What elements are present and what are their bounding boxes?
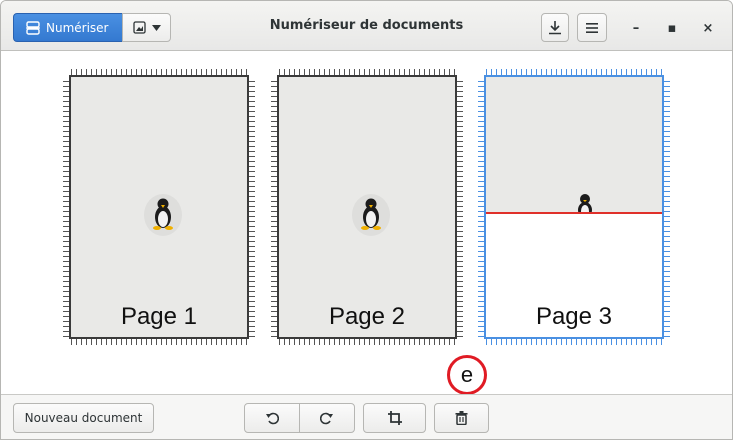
ruler-left: [478, 77, 484, 337]
page-thumbnail[interactable]: Page 2: [271, 69, 463, 345]
page-label: Page 2: [328, 303, 406, 330]
tux-penguin-image: [351, 191, 391, 237]
close-icon: ×: [702, 20, 714, 36]
ruler-bottom: [279, 339, 455, 345]
document-scanner-window: Numériser Numériseur de documents – ▪ × …: [0, 0, 733, 440]
tux-penguin-image-partial: [574, 193, 596, 213]
download-icon: [548, 20, 562, 35]
action-bar: Nouveau document: [1, 394, 732, 439]
crop-icon: [387, 411, 402, 425]
delete-page-button[interactable]: [434, 403, 489, 433]
close-button[interactable]: ×: [696, 16, 720, 40]
window-title: Numériseur de documents: [269, 18, 464, 33]
hamburger-menu-icon: [585, 22, 599, 34]
pages-view: Page 1 Page 2 Page 3 e: [1, 52, 732, 395]
ruler-bottom: [486, 339, 662, 345]
rotate-left-icon: [265, 411, 279, 425]
header-bar: Numériser Numériseur de documents – ▪ ×: [1, 1, 732, 51]
ruler-top: [71, 69, 247, 75]
minimize-button[interactable]: –: [624, 16, 648, 40]
page-label: Page 3: [535, 303, 613, 330]
main-menu-button[interactable]: [577, 13, 607, 42]
page-label: Page 1: [120, 303, 198, 330]
page-thumbnail-selected[interactable]: Page 3: [478, 69, 670, 345]
maximize-icon: ▪: [667, 20, 677, 36]
ruler-top: [486, 69, 662, 75]
ruler-right: [457, 77, 463, 337]
trash-icon: [455, 411, 468, 425]
rotate-right-button[interactable]: [299, 403, 355, 433]
ruler-left: [63, 77, 69, 337]
new-document-button[interactable]: Nouveau document: [13, 403, 154, 433]
tux-penguin-image: [143, 191, 183, 237]
annotation-marker: e: [447, 355, 487, 395]
ruler-right: [664, 77, 670, 337]
ruler-right: [249, 77, 255, 337]
save-button[interactable]: [541, 13, 569, 42]
rotate-right-icon: [320, 411, 334, 425]
maximize-button[interactable]: ▪: [660, 16, 684, 40]
page-thumbnail[interactable]: Page 1: [63, 69, 255, 345]
ruler-bottom: [71, 339, 247, 345]
minimize-icon: –: [632, 20, 640, 36]
ruler-left: [271, 77, 277, 337]
crop-button[interactable]: [363, 403, 426, 433]
ruler-top: [279, 69, 455, 75]
rotate-left-button[interactable]: [244, 403, 300, 433]
scan-progress-line: [486, 212, 662, 214]
